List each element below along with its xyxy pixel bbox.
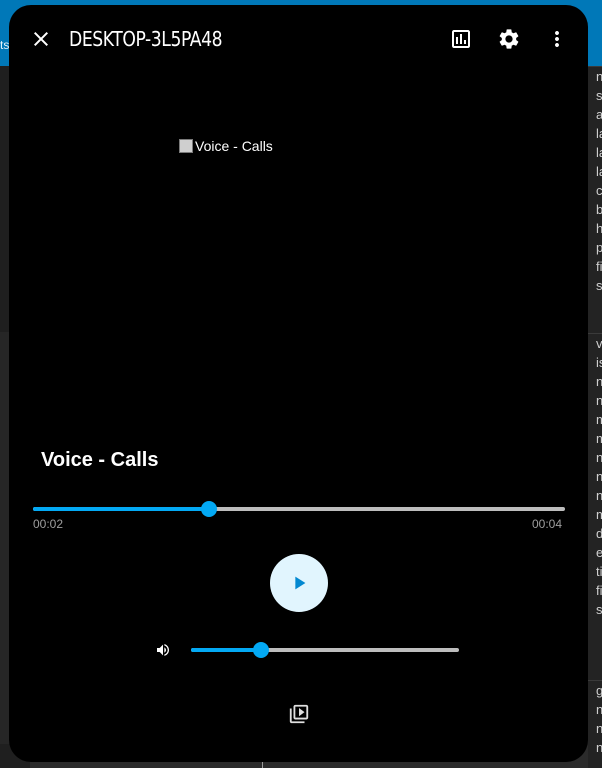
more-vertical-icon: [555, 31, 559, 47]
current-time: 00:02: [33, 517, 64, 531]
background-text-group-3: gnnn: [588, 680, 602, 757]
background-text-line: m: [596, 507, 602, 522]
background-text-line: n: [596, 374, 602, 389]
volume-slider[interactable]: [191, 640, 459, 660]
background-text-line: n: [596, 393, 602, 408]
background-text-line: la: [596, 126, 602, 141]
volume-handle[interactable]: [252, 642, 269, 658]
background-text-line: b: [596, 202, 602, 217]
volume-level: [191, 648, 261, 652]
seek-slider[interactable]: [33, 499, 565, 519]
artwork-image: Voice - Calls: [179, 138, 273, 154]
dialog-title: DESKTOP-3L5PA48: [69, 27, 223, 51]
browse-media-button[interactable]: [287, 702, 311, 726]
background-text-line: n: [596, 469, 602, 484]
background-text-line: n: [596, 721, 602, 736]
background-text-line: n: [596, 69, 602, 84]
track-title: Voice - Calls: [41, 449, 159, 471]
background-text-line: la: [596, 145, 602, 160]
background-text-line: a: [596, 107, 602, 122]
more-options-button[interactable]: [539, 21, 575, 57]
background-text-line: la: [596, 164, 602, 179]
background-right-column: nsalalalacbhpfis visnnmmnnnmdetifis gnnn: [588, 66, 602, 768]
statistics-button[interactable]: [443, 21, 479, 57]
background-text-line: m: [596, 431, 602, 446]
background-text-group-1: nsalalalacbhpfis: [588, 66, 602, 295]
background-text-line: v: [596, 336, 602, 351]
media-library-icon: [289, 704, 309, 724]
background-text-line: c: [596, 183, 602, 198]
volume-icon: [157, 644, 169, 656]
background-text-line: s: [596, 602, 602, 617]
background-text-line: is: [596, 355, 602, 370]
duration: 00:04: [532, 517, 563, 531]
seek-progress: [33, 507, 209, 511]
background-text-line: n: [596, 488, 602, 503]
play-button[interactable]: [270, 554, 328, 612]
background-text-line: h: [596, 221, 602, 236]
play-icon: [295, 576, 306, 590]
seek-handle[interactable]: [200, 501, 217, 517]
close-button[interactable]: [23, 21, 59, 57]
close-icon: [34, 32, 48, 46]
artwork-alt-text: Voice - Calls: [195, 138, 273, 154]
broken-image-icon: [179, 139, 193, 153]
background-text-line: n: [596, 740, 602, 755]
background-text-line: s: [596, 278, 602, 293]
background-text-line: m: [596, 412, 602, 427]
media-player-dialog: DESKTOP-3L5PA48 Voice - Calls Voice - Ca…: [9, 5, 588, 762]
background-text-line: fi: [596, 259, 602, 274]
background-text-line: n: [596, 450, 602, 465]
chart-icon: [452, 30, 470, 48]
background-text-line: s: [596, 88, 602, 103]
background-text-line: g: [596, 683, 602, 698]
dialog-header: DESKTOP-3L5PA48: [9, 5, 588, 75]
mute-button[interactable]: [155, 642, 171, 658]
background-text-line: p: [596, 240, 602, 255]
settings-button[interactable]: [491, 21, 527, 57]
background-text-line: n: [596, 702, 602, 717]
background-text-group-2: visnnmmnnnmdetifis: [588, 333, 602, 619]
background-topbar-text: ts: [0, 38, 10, 52]
background-text-line: e: [596, 545, 602, 560]
background-text-line: ti: [596, 564, 602, 579]
background-divider: [262, 762, 263, 768]
background-text-line: d: [596, 526, 602, 541]
gear-icon: [499, 29, 519, 49]
background-text-line: fi: [596, 583, 602, 598]
